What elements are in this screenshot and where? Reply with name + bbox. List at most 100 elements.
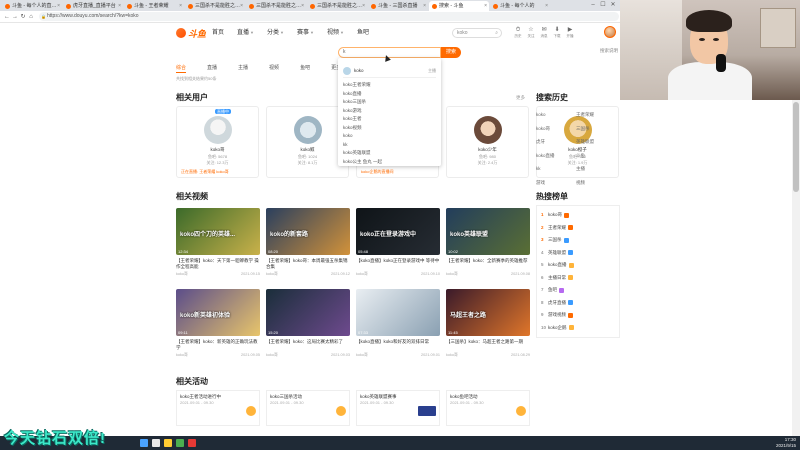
user-card-avatar[interactable]	[294, 116, 322, 144]
tab-close-icon[interactable]: ×	[118, 1, 121, 11]
video-author[interactable]: koko哥	[446, 272, 458, 277]
video-thumbnail[interactable]: koko的新套路 08:20	[266, 208, 350, 255]
suggestion-item[interactable]: koko王者	[343, 115, 436, 124]
hot-item[interactable]: 3 三国杀	[541, 234, 615, 247]
suggestion-item[interactable]: koko直播	[343, 90, 436, 99]
video-card[interactable]: 15:20 【王者荣耀】koko：这局比赛太精彩了 koko哥 2021.09.03	[266, 289, 350, 359]
hot-item[interactable]: 8 虎牙直播	[541, 297, 615, 310]
suggestion-item[interactable]: koko	[343, 132, 436, 141]
hot-item[interactable]: 4 英雄联盟	[541, 247, 615, 260]
tab-close-icon[interactable]: ×	[301, 1, 304, 11]
video-thumbnail[interactable]: koko正在登录游戏中 05:48	[356, 208, 440, 255]
video-author[interactable]: koko哥	[356, 272, 368, 277]
suggestion-item[interactable]: koko王者荣耀	[343, 81, 436, 90]
video-title[interactable]: 【王者荣耀】koko哥：本周最强五杀集锦合集	[266, 258, 350, 270]
user-card-name[interactable]: koko鲸	[267, 147, 348, 153]
activity-card[interactable]: koko三国杀活动 2021.09.01 - 09.30	[266, 390, 350, 426]
video-author[interactable]: koko哥	[266, 272, 278, 277]
video-card[interactable]: 马超王者之路 11:45 【三国杀】koko：马超王者之路第一期 koko哥 2021.…	[446, 289, 530, 359]
user-card[interactable]: koko少年 鱼吧: 980 关注: 2.4万	[446, 106, 529, 178]
suggestion-item[interactable]: koko三国杀	[343, 98, 436, 107]
home-icon[interactable]: ⌂	[27, 14, 35, 20]
history-item[interactable]: 三国杀	[576, 122, 616, 136]
start-icon[interactable]	[140, 439, 148, 447]
suggestion-item[interactable]: koko游戏	[343, 107, 436, 116]
browser-tab[interactable]: 三国杀不是能胜之前赛 ×	[246, 1, 306, 11]
browser-tab[interactable]: 斗鱼 - 每个人的直播平台 ×	[2, 1, 62, 11]
video-title[interactable]: 【王者荣耀】koko：新英雄的正确玩法教学	[176, 339, 260, 351]
history-item[interactable]: 斗鱼	[576, 149, 616, 163]
hot-item[interactable]: 1 koko哥	[541, 209, 615, 222]
tab-close-icon[interactable]: ×	[362, 1, 365, 11]
forward-icon[interactable]: →	[11, 14, 19, 20]
video-card[interactable]: koko四个刀的英雄... 12:34 【王者荣耀】koko：天下第一貂蝉教学 操作…	[176, 208, 260, 278]
tab-close-icon[interactable]: ×	[484, 1, 487, 11]
suggestion-item[interactable]: kk	[343, 141, 436, 150]
video-card[interactable]: koko的新套路 08:20 【王者荣耀】koko哥：本周最强五杀集锦合集 koko哥…	[266, 208, 350, 278]
nav-item[interactable]: 鱼吧	[357, 27, 369, 39]
browser-tab[interactable]: 三国杀不是能胜之前赛 ×	[185, 1, 245, 11]
tab-close-icon[interactable]: ×	[423, 1, 426, 11]
video-thumbnail[interactable]: koko英雄联盟 10:02	[446, 208, 530, 255]
browser-tab[interactable]: 三国杀不是能胜之前赛 ×	[307, 1, 367, 11]
browser-tab[interactable]: 斗鱼 - 每个人的 ×	[490, 1, 550, 11]
nav-item[interactable]: 直播▼	[237, 27, 254, 39]
header-icon-button[interactable]: ⬇ 下载	[551, 27, 563, 38]
page-scrollbar[interactable]	[792, 100, 800, 436]
tab-close-icon[interactable]: ×	[545, 1, 548, 11]
history-item[interactable]: koko	[536, 108, 576, 122]
nav-item[interactable]: 视频▼	[327, 27, 344, 39]
user-card[interactable]: koko鲸 鱼吧: 1024 关注: 8.1万	[266, 106, 349, 178]
user-card-avatar[interactable]	[474, 116, 502, 144]
video-author[interactable]: koko哥	[266, 353, 278, 358]
video-thumbnail[interactable]: koko四个刀的英雄... 12:34	[176, 208, 260, 255]
hot-item[interactable]: 5 koko直播	[541, 259, 615, 272]
video-card[interactable]: koko英雄联盟 10:02 【王者荣耀】koko：全新赛季的英雄推荐 koko哥 20…	[446, 208, 530, 278]
video-author[interactable]: koko哥	[446, 353, 458, 358]
folder-icon[interactable]	[164, 439, 172, 447]
video-title[interactable]: 【王者荣耀】koko：这局比赛太精彩了	[266, 339, 350, 351]
filter-tab[interactable]: 视频	[269, 64, 279, 73]
suggestion-item[interactable]: koko公主 鱼丸 一起	[343, 158, 436, 167]
search-task-icon[interactable]	[152, 439, 160, 447]
tab-close-icon[interactable]: ×	[57, 1, 60, 11]
video-title[interactable]: 【三国杀】koko：马超王者之路第一期	[446, 339, 530, 351]
suggestion-user[interactable]: koko 主播	[343, 64, 436, 78]
browser-icon[interactable]	[176, 439, 184, 447]
video-author[interactable]: koko哥	[176, 272, 188, 277]
suggestion-item[interactable]: koko英雄联盟	[343, 149, 436, 158]
hot-item[interactable]: 2 王者荣耀	[541, 222, 615, 235]
history-item[interactable]: 英雄联盟	[576, 135, 616, 149]
back-icon[interactable]: ←	[3, 14, 11, 20]
header-icon-button[interactable]: ☆ 关注	[525, 27, 537, 38]
search-button[interactable]: 搜索	[441, 47, 461, 58]
history-item[interactable]: 游戏	[536, 176, 576, 190]
hot-item[interactable]: 7 鱼吧	[541, 284, 615, 297]
history-item[interactable]: kk	[536, 162, 576, 176]
minimize-icon[interactable]: –	[588, 0, 598, 11]
browser-tab[interactable]: 搜索 - 斗鱼 ×	[429, 1, 489, 11]
suggestion-item[interactable]: koko视频	[343, 124, 436, 133]
logo[interactable]: 斗鱼	[176, 27, 206, 39]
filter-tab[interactable]: 主播	[238, 64, 248, 73]
search-icon[interactable]: ⌕	[495, 29, 498, 37]
app-icon[interactable]	[188, 439, 196, 447]
reload-icon[interactable]: ↻	[19, 13, 27, 20]
browser-tab[interactable]: 虎牙直播_直播平台 ×	[63, 1, 123, 11]
video-card[interactable]: koko新英雄初体验 09:11 【王者荣耀】koko：新英雄的正确玩法教学 koko…	[176, 289, 260, 359]
url-input[interactable]: https://www.douyu.com/search/?kw=koko	[39, 12, 619, 21]
header-icon-button[interactable]: ⏱ 历史	[512, 27, 524, 38]
maximize-icon[interactable]: ☐	[598, 0, 608, 11]
video-author[interactable]: koko哥	[176, 353, 188, 358]
video-title[interactable]: 【koko直播】koko和好友的双排日常	[356, 339, 440, 351]
video-thumbnail[interactable]: koko新英雄初体验 09:11	[176, 289, 260, 336]
activity-card[interactable]: koko王者活动进行中 2021.09.01 - 09.30	[176, 390, 260, 426]
history-item[interactable]: 主播	[576, 162, 616, 176]
video-card[interactable]: koko正在登录游戏中 05:48 【koko直播】koko正在登录游戏中 等待中 k…	[356, 208, 440, 278]
user-card[interactable]: 直播中 koko哥 鱼吧: 5678 关注: 12.3万 正在直播: 王者荣耀 koko…	[176, 106, 259, 178]
video-thumbnail[interactable]: 15:20	[266, 289, 350, 336]
video-thumbnail[interactable]: 马超王者之路 11:45	[446, 289, 530, 336]
user-avatar[interactable]	[604, 26, 616, 38]
history-item[interactable]: 视频	[576, 176, 616, 190]
activity-card[interactable]: koko英雄联盟赛事 2021.09.01 - 09.30	[356, 390, 440, 426]
